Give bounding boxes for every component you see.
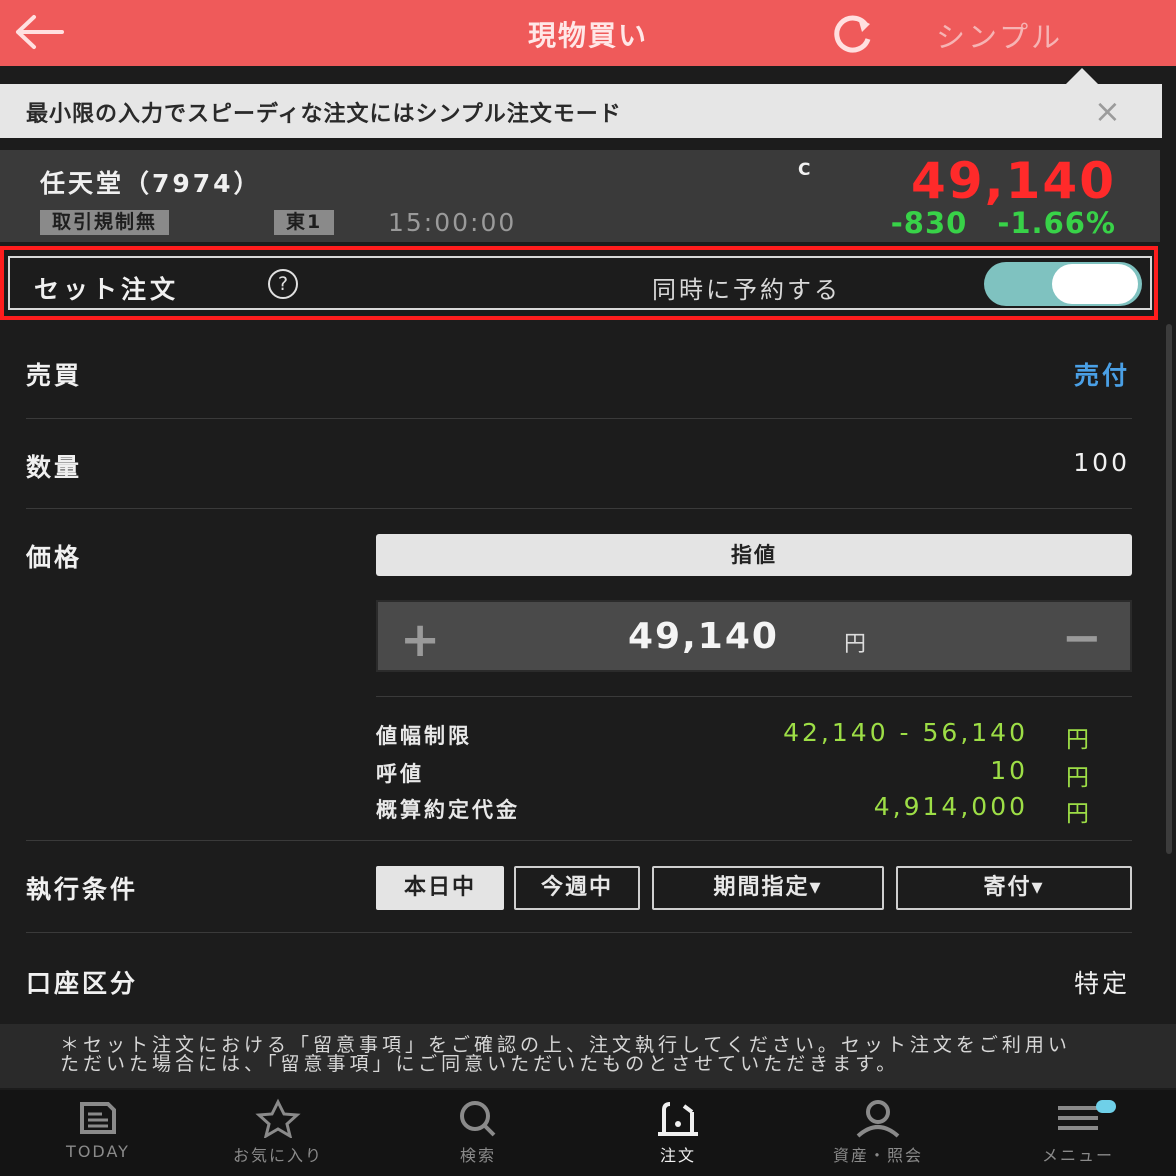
- estimate-label: 概算約定代金: [376, 798, 520, 822]
- nav-order[interactable]: 注文: [580, 1090, 776, 1176]
- price-time: 15:00:00: [388, 208, 517, 237]
- divider: [376, 696, 1132, 697]
- condition-label: 執行条件: [26, 875, 139, 904]
- market-badge: 東1: [274, 210, 335, 235]
- notice-text: ＊セット注文における「留意事項」をご確認の上、注文執行してください。セット注文を…: [60, 1034, 1071, 1075]
- estimate-value: 4,914,000: [873, 792, 1028, 821]
- price-stepper: + 49,140 円 −: [376, 600, 1132, 672]
- condition-period-dropdown[interactable]: 期間指定▾: [652, 866, 884, 910]
- nav-search[interactable]: 検索: [380, 1090, 576, 1176]
- quantity-label: 数量: [26, 453, 83, 482]
- app-header: 現物買い シンプル: [0, 0, 1176, 66]
- account-label: 口座区分: [26, 969, 139, 998]
- nav-menu[interactable]: メニュー: [980, 1090, 1176, 1176]
- change-amount: -830: [890, 206, 968, 240]
- tick-label: 呼値: [376, 762, 424, 786]
- simple-mode-banner[interactable]: 最小限の入力でスピーディな注文にはシンプル注文モード ×: [0, 84, 1162, 138]
- tick-unit: 円: [1066, 765, 1089, 791]
- account-value[interactable]: 特定: [1074, 964, 1130, 1000]
- search-icon: [460, 1101, 496, 1137]
- current-price: 49,140: [911, 152, 1116, 210]
- refresh-icon[interactable]: [826, 12, 878, 54]
- nav-label: 検索: [459, 1146, 496, 1165]
- price-unit: 円: [844, 632, 867, 657]
- nav-favorites[interactable]: お気に入り: [180, 1090, 376, 1176]
- minus-icon[interactable]: −: [1062, 610, 1102, 666]
- order-icon: [658, 1102, 698, 1136]
- divider: [26, 932, 1132, 933]
- quantity-input[interactable]: 100: [1073, 448, 1130, 477]
- stock-summary: 任天堂（7974） 取引規制無 東1 15:00:00 C 49,140 -83…: [0, 150, 1160, 242]
- simple-mode-button[interactable]: シンプル: [936, 14, 1063, 56]
- banner-text: 最小限の入力でスピーディな注文にはシンプル注文モード: [26, 102, 622, 127]
- stock-name: 任天堂（7974）: [40, 169, 262, 198]
- trade-value[interactable]: 売付: [1074, 356, 1130, 392]
- price-marker: C: [798, 160, 811, 180]
- condition-opening-dropdown[interactable]: 寄付▾: [896, 866, 1132, 910]
- estimate-unit: 円: [1066, 801, 1089, 827]
- toggle-knob: [1052, 264, 1138, 304]
- nav-label: メニュー: [1041, 1146, 1114, 1165]
- set-order-label: セット注文: [34, 275, 180, 304]
- nav-label: TODAY: [66, 1142, 130, 1161]
- order-type-selector[interactable]: 指値: [376, 534, 1132, 576]
- simultaneous-label: 同時に予約する: [652, 276, 841, 304]
- banner-pointer: [1066, 68, 1098, 84]
- change-percent: -1.66%: [997, 206, 1116, 240]
- price-limit-unit: 円: [1066, 727, 1089, 753]
- price-input[interactable]: 49,140: [628, 616, 779, 657]
- condition-today-button[interactable]: 本日中: [376, 866, 504, 910]
- divider: [26, 840, 1132, 841]
- plus-icon[interactable]: +: [400, 612, 440, 668]
- nav-label: 注文: [659, 1146, 696, 1165]
- nav-label: お気に入り: [232, 1146, 323, 1165]
- nav-today[interactable]: TODAY: [0, 1090, 196, 1176]
- nav-assets[interactable]: 資産・照会: [780, 1090, 976, 1176]
- price-limit-label: 値幅制限: [376, 724, 472, 748]
- divider: [26, 418, 1132, 419]
- tick-value: 10: [990, 756, 1028, 785]
- set-order-toggle[interactable]: [984, 262, 1142, 306]
- trade-label: 売買: [26, 361, 83, 390]
- nav-label: 資産・照会: [832, 1146, 923, 1165]
- notification-dot: [1096, 1100, 1116, 1113]
- close-icon[interactable]: ×: [1094, 92, 1121, 130]
- person-icon: [856, 1100, 900, 1138]
- star-icon: [255, 1098, 301, 1138]
- help-icon[interactable]: ?: [268, 269, 298, 299]
- price-limit-value: 42,140 - 56,140: [783, 718, 1028, 747]
- price-label: 価格: [26, 543, 83, 572]
- newspaper-icon: [80, 1102, 116, 1134]
- divider: [26, 508, 1132, 509]
- set-order-box: セット注文 ? 同時に予約する: [8, 256, 1152, 310]
- scrollbar[interactable]: [1166, 324, 1172, 854]
- set-order-row: セット注文 ? 同時に予約する: [0, 246, 1158, 320]
- condition-week-button[interactable]: 今週中: [514, 866, 640, 910]
- bottom-nav: TODAY お気に入り 検索 注文 資産・照会 メニュー: [0, 1090, 1176, 1176]
- notice-panel: ＊セット注文における「留意事項」をご確認の上、注文執行してください。セット注文を…: [0, 1024, 1176, 1088]
- price-change: -830 -1.66%: [891, 206, 1116, 240]
- regulation-badge: 取引規制無: [40, 210, 170, 235]
